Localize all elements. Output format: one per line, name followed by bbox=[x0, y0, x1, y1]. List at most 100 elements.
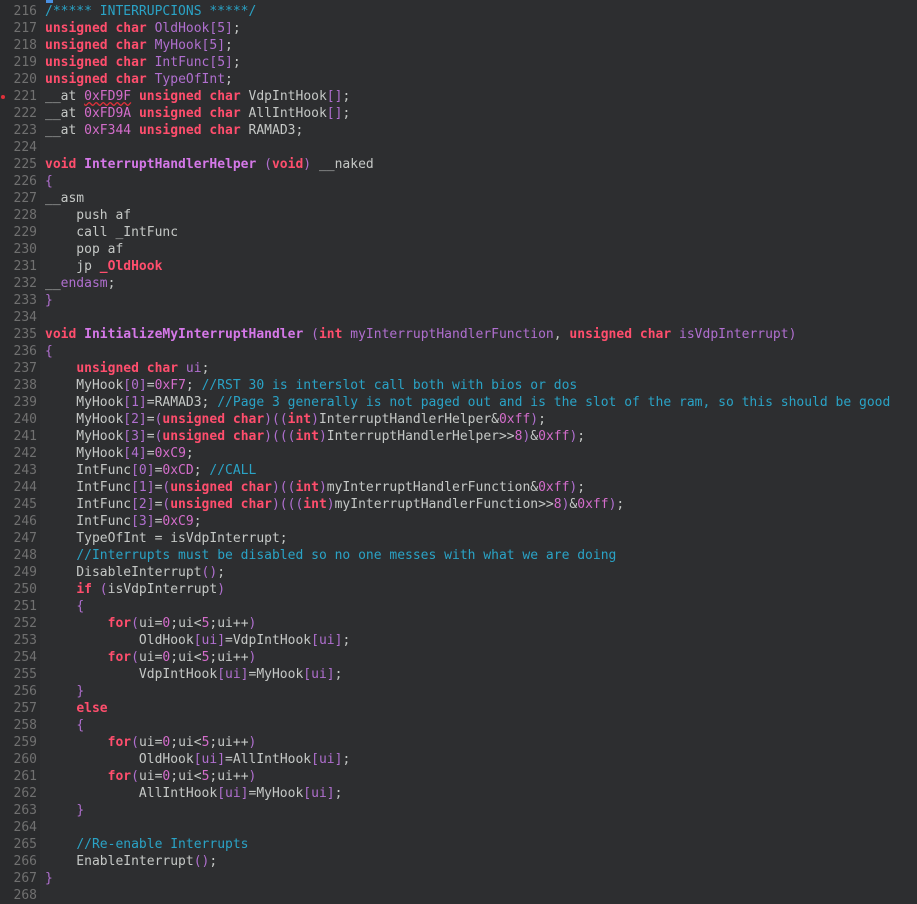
code-line[interactable]: 231 jp _OldHook bbox=[0, 258, 917, 275]
code-line[interactable]: 233} bbox=[0, 292, 917, 309]
code-line[interactable]: 234 bbox=[0, 309, 917, 326]
code-line[interactable]: 222 __at 0xFD9A unsigned char AllIntHook[… bbox=[0, 105, 917, 122]
code-token: ; bbox=[342, 752, 351, 767]
line-number: 265 bbox=[13, 837, 37, 852]
code-line[interactable]: 254 for(ui=0;ui<5;ui++) bbox=[0, 649, 917, 666]
code-editor[interactable]: 216 /***** INTERRUPCIONS *****/ 217 unsigne… bbox=[0, 0, 917, 903]
code-line[interactable]: 241 MyHook[3]=(unsigned char)(((int)Inte… bbox=[0, 428, 917, 445]
code-line[interactable]: 238 MyHook[0]=0xF7; //RST 30 is interslo… bbox=[0, 377, 917, 394]
line-number: 258 bbox=[13, 718, 37, 733]
code-line[interactable]: 251 { bbox=[0, 598, 917, 615]
code-line[interactable]: 261 for(ui=0;ui<5;ui++) bbox=[0, 768, 917, 785]
code-line[interactable]: 216 /***** INTERRUPCIONS *****/ bbox=[0, 3, 917, 20]
code-line[interactable]: 220 unsigned char TypeOfInt; bbox=[0, 71, 917, 88]
code-line[interactable]: 263 } bbox=[0, 802, 917, 819]
code-line[interactable]: 247 TypeOfInt = isVdpInterrupt; bbox=[0, 530, 917, 547]
code-token: //Page 3 generally is not paged out and … bbox=[217, 395, 891, 410]
line-number: 251 bbox=[13, 599, 37, 614]
code-token: myInterruptHandlerFunction bbox=[350, 327, 554, 342]
code-line[interactable]: 255 VdpIntHook[ui]=MyHook[ui]; bbox=[0, 666, 917, 683]
code-token: ; bbox=[616, 497, 625, 512]
code-line[interactable]: 242 MyHook[4]=0xC9; bbox=[0, 445, 917, 462]
code-token: unsigned bbox=[569, 327, 633, 342]
code-token: unsigned bbox=[45, 21, 108, 36]
code-token: ; bbox=[217, 565, 226, 580]
code-line[interactable]: 232 __endasm; bbox=[0, 275, 917, 292]
code-token: [2] bbox=[123, 412, 147, 427]
code-token: //RST 30 is interslot call both with bio… bbox=[201, 378, 578, 393]
code-line[interactable]: 236 { bbox=[0, 343, 917, 360]
code-line[interactable]: 245 IntFunc[2]=(unsigned char)(((int)myI… bbox=[0, 496, 917, 513]
code-line[interactable]: 218 unsigned char MyHook[5]; bbox=[0, 37, 917, 54]
code-token: [ui] bbox=[193, 752, 226, 767]
code-line[interactable]: 229 call _IntFunc bbox=[0, 224, 917, 241]
code-line[interactable]: 248 //Interrupts must be disabled so no … bbox=[0, 547, 917, 564]
code-token: MyHook[5] bbox=[154, 38, 226, 53]
code-token: { bbox=[76, 599, 85, 614]
code-line[interactable]: 219 unsigned char IntFunc[5]; bbox=[0, 54, 917, 71]
code-line[interactable]: 268 bbox=[0, 887, 917, 904]
code-line[interactable]: 246 IntFunc[3]=0xC9; bbox=[0, 513, 917, 530]
code-line[interactable]: 230 pop af bbox=[0, 241, 917, 258]
code-token: [ui] bbox=[303, 667, 335, 682]
code-line[interactable]: 260 OldHook[ui]=AllIntHook[ui]; bbox=[0, 751, 917, 768]
code-line[interactable]: 256 } bbox=[0, 683, 917, 700]
code-line[interactable]: 249 DisableInterrupt(); bbox=[0, 564, 917, 581]
code-token: AllIntHook bbox=[240, 106, 327, 121]
code-token: VdpIntHook bbox=[240, 89, 327, 104]
code-line[interactable]: 258 { bbox=[0, 717, 917, 734]
line-number: 233 bbox=[13, 293, 37, 308]
code-line[interactable]: 265 //Re-enable Interrupts bbox=[0, 836, 917, 853]
code-line[interactable]: 221 __at 0xFD9F unsigned char VdpIntHook[… bbox=[0, 88, 917, 105]
code-line[interactable]: 217 unsigned char OldHook[5]; bbox=[0, 20, 917, 37]
code-line[interactable]: 239 MyHook[1]=RAMAD3; //Page 3 generally… bbox=[0, 394, 917, 411]
code-token: & bbox=[530, 429, 539, 444]
code-area[interactable]: 216 /***** INTERRUPCIONS *****/ 217 unsigne… bbox=[0, 3, 917, 904]
code-token: char bbox=[115, 72, 147, 87]
code-token: InterruptHandlerHelper& bbox=[318, 412, 499, 427]
code-line[interactable]: 259 for(ui=0;ui<5;ui++) bbox=[0, 734, 917, 751]
code-line[interactable]: 235 void InitializeMyInterruptHandler (in… bbox=[0, 326, 917, 343]
code-line[interactable]: 223 __at 0xF344 unsigned char RAMAD3; bbox=[0, 122, 917, 139]
code-line[interactable]: 262 AllIntHook[ui]=MyHook[ui]; bbox=[0, 785, 917, 802]
code-token: __naked bbox=[311, 157, 374, 172]
code-line[interactable]: 226 { bbox=[0, 173, 917, 190]
code-token: =AllIntHook bbox=[225, 752, 312, 767]
code-line[interactable]: 266 EnableInterrupt(); bbox=[0, 853, 917, 870]
code-line[interactable]: 243 IntFunc[0]=0xCD; //CALL bbox=[0, 462, 917, 479]
code-token: ; bbox=[225, 72, 233, 87]
code-line[interactable]: 240 MyHook[2]=(unsigned char)((int)Inter… bbox=[0, 411, 917, 428]
line-number: 247 bbox=[13, 531, 37, 546]
code-token: ; bbox=[334, 786, 343, 801]
code-token: char bbox=[209, 89, 241, 104]
code-token: TypeOfInt bbox=[154, 72, 226, 87]
code-token: __asm bbox=[45, 191, 85, 206]
code-line[interactable]: 250 if (isVdpInterrupt) bbox=[0, 581, 917, 598]
breakpoint-dot-icon[interactable] bbox=[1, 95, 5, 99]
code-token: ; bbox=[107, 276, 116, 291]
code-line[interactable]: 228 push af bbox=[0, 207, 917, 224]
code-token: //Re-enable Interrupts bbox=[76, 837, 249, 852]
code-line[interactable]: 227 __asm bbox=[0, 190, 917, 207]
code-line[interactable]: 237 unsigned char ui; bbox=[0, 360, 917, 377]
line-number: 244 bbox=[13, 480, 37, 495]
code-line[interactable]: 267} bbox=[0, 870, 917, 887]
code-line[interactable]: 253 OldHook[ui]=VdpIntHook[ui]; bbox=[0, 632, 917, 649]
code-line[interactable]: 244 IntFunc[1]=(unsigned char)((int)myIn… bbox=[0, 479, 917, 496]
code-line[interactable]: 252 for(ui=0;ui<5;ui++) bbox=[0, 615, 917, 632]
code-line[interactable]: 264 bbox=[0, 819, 917, 836]
code-token: unsigned char bbox=[170, 480, 272, 495]
line-number: 239 bbox=[13, 395, 37, 410]
code-token: VdpIntHook bbox=[45, 667, 218, 682]
code-line[interactable]: 224 bbox=[0, 139, 917, 156]
code-line[interactable]: 225 void InterruptHandlerHelper (void) __… bbox=[0, 156, 917, 173]
code-line[interactable]: 257 else bbox=[0, 700, 917, 717]
